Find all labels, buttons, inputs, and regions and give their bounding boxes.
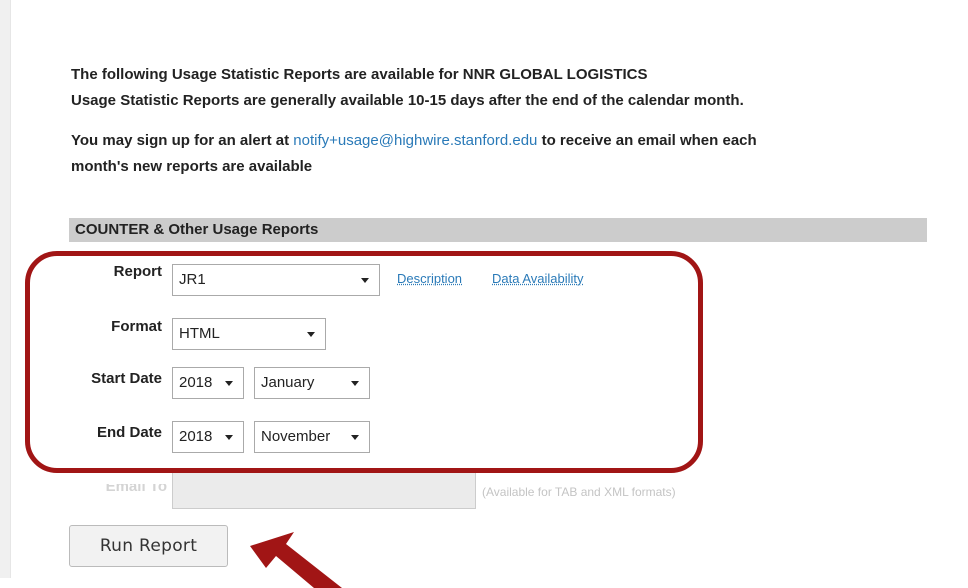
end-month-select[interactable]: November [254, 421, 370, 453]
email-to-label: Email To [105, 478, 167, 495]
chevron-down-icon [351, 435, 359, 440]
intro-text: The following Usage Statistic Reports ar… [71, 62, 951, 180]
alert-line-2: month's new reports are available [71, 158, 313, 175]
format-select-value: HTML [179, 325, 220, 342]
format-label: Format [111, 318, 162, 335]
chevron-down-icon [225, 435, 233, 440]
end-year-select[interactable]: 2018 [172, 421, 244, 453]
format-select[interactable]: HTML [172, 318, 326, 350]
email-to-input[interactable] [172, 471, 476, 509]
chevron-down-icon [307, 332, 315, 337]
alert-email-link[interactable]: notify+usage@highwire.stanford.edu [293, 132, 537, 149]
start-month-select[interactable]: January [254, 367, 370, 399]
alert-suffix: to receive an email when each [537, 132, 757, 149]
report-label: Report [113, 263, 162, 280]
left-rail [0, 0, 11, 578]
description-link[interactable]: Description [397, 271, 462, 286]
section-header: COUNTER & Other Usage Reports [69, 218, 927, 242]
start-date-label: Start Date [91, 370, 162, 387]
start-year-value: 2018 [179, 374, 213, 391]
chevron-down-icon [361, 278, 369, 283]
chevron-down-icon [351, 381, 359, 386]
email-format-hint: (Available for TAB and XML formats) [482, 485, 676, 499]
end-month-value: November [261, 428, 331, 445]
data-availability-link[interactable]: Data Availability [492, 271, 584, 286]
intro-line-2: Usage Statistic Reports are generally av… [71, 92, 744, 109]
alert-prefix: You may sign up for an alert at [71, 132, 294, 149]
end-year-value: 2018 [179, 428, 213, 445]
report-select[interactable]: JR1 [172, 264, 380, 296]
run-report-button[interactable]: Run Report [69, 525, 228, 567]
chevron-down-icon [225, 381, 233, 386]
alert-paragraph: You may sign up for an alert at notify+u… [71, 128, 951, 154]
report-select-value: JR1 [179, 271, 206, 288]
start-year-select[interactable]: 2018 [172, 367, 244, 399]
end-date-label: End Date [96, 424, 162, 441]
arrow-pointer-icon [250, 532, 342, 588]
intro-line-1: The following Usage Statistic Reports ar… [71, 66, 648, 83]
start-month-value: January [261, 374, 315, 391]
